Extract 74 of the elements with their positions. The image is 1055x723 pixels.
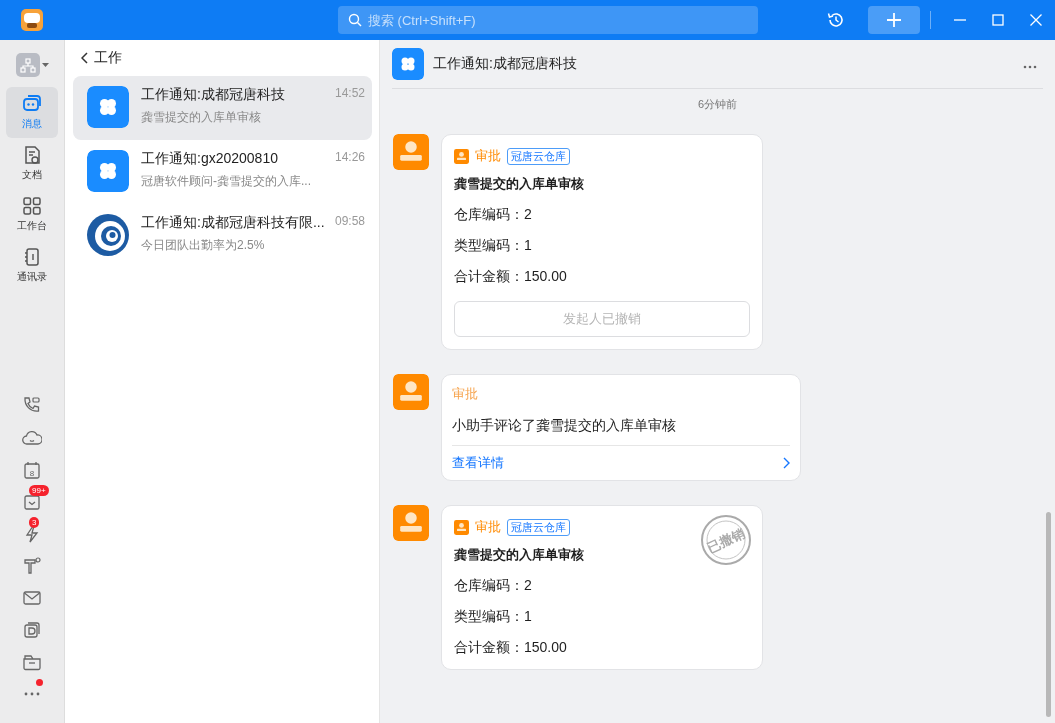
field-text: 合计金额：150.00 <box>454 639 568 657</box>
conversation-time: 14:26 <box>334 150 365 166</box>
rail-tab[interactable]: 通讯录 <box>6 240 58 291</box>
revoked-stamp: 已撤销 <box>701 515 751 565</box>
rail-tab[interactable]: 工作台 <box>6 189 58 240</box>
stamp-avatar-icon <box>393 134 429 170</box>
company-logo-icon <box>87 214 129 256</box>
notification-badge: 3 <box>29 517 40 528</box>
app-name: 审批 <box>475 147 501 165</box>
field-text: 合计金额：150.00 <box>454 268 568 286</box>
conversation-title: 工作通知:成都冠唐科技 <box>141 86 285 104</box>
more-icon <box>24 692 40 696</box>
organization-switcher[interactable] <box>15 53 49 77</box>
app-logo-icon <box>21 9 43 31</box>
plus-icon <box>886 12 902 28</box>
conversation-preview: 今日团队出勤率为2.5% <box>141 237 266 254</box>
stamp-avatar-icon <box>393 374 429 410</box>
drive-icon <box>22 620 42 640</box>
tag: 冠唐云仓库 <box>507 147 570 165</box>
scrollbar[interactable] <box>1046 512 1051 717</box>
comment-text: 小助手评论了龚雪提交的入库单审核 <box>452 417 790 446</box>
conversation-item[interactable]: 工作通知:gx20200810 14:26 冠唐软件顾问-龚雪提交的入库... <box>73 140 372 204</box>
field-text: 类型编码：1 <box>454 237 533 255</box>
organization-icon <box>19 57 36 73</box>
rail-tab[interactable]: 文档 <box>6 138 58 189</box>
search-icon <box>348 13 362 27</box>
checklist-icon <box>22 492 42 512</box>
field-text: 仓库编码：2 <box>454 577 533 595</box>
app-grid-icon <box>392 48 424 80</box>
tag: 冠唐云仓库 <box>507 518 570 536</box>
maximize-icon <box>991 14 1005 26</box>
grid-icon <box>22 196 42 216</box>
field-text: 类型编码：1 <box>454 608 533 626</box>
conversation-item[interactable]: 工作通知:成都冠唐科技有限... 09:58 今日团队出勤率为2.5% <box>73 204 372 268</box>
cloud-icon <box>22 428 42 448</box>
card-title: 龚雪提交的入库单审核 <box>454 546 584 564</box>
back-icon <box>81 52 88 64</box>
tool-button[interactable] <box>21 555 43 577</box>
conversation-time: 14:52 <box>334 86 365 102</box>
field-text: 仓库编码：2 <box>454 206 533 224</box>
caret-icon <box>41 63 49 67</box>
conversation-title: 工作通知:成都冠唐科技有限... <box>141 214 325 232</box>
calendar-day: 8 <box>29 468 35 478</box>
message-time: 6分钟前 <box>697 98 738 110</box>
chat-title: 工作通知:成都冠唐科技 <box>433 55 577 73</box>
document-icon <box>22 145 42 165</box>
more-icon <box>1023 64 1037 69</box>
stamp-icon <box>454 148 469 164</box>
tool-button[interactable]: 8 <box>21 459 43 481</box>
thermometer-icon <box>22 556 42 576</box>
conversation-preview: 冠唐软件顾问-龚雪提交的入库... <box>141 173 312 190</box>
back-button[interactable]: 工作 <box>81 40 122 76</box>
notification-badge: 99+ <box>29 485 49 496</box>
mail-icon <box>22 588 42 608</box>
card-title: 龚雪提交的入库单审核 <box>454 175 584 193</box>
history-icon <box>827 11 845 29</box>
stamp-icon <box>454 519 469 535</box>
stamp-avatar-icon <box>393 505 429 541</box>
details-link[interactable]: 查看详情 <box>452 446 790 480</box>
app-name: 审批 <box>452 385 478 403</box>
conversation-item[interactable]: 工作通知:成都冠唐科技 14:52 龚雪提交的入库单审核 <box>73 76 372 140</box>
app-grid-icon <box>87 86 129 128</box>
add-button[interactable] <box>868 6 920 34</box>
chat-bubbles-icon <box>22 94 42 114</box>
folder-icon <box>22 652 42 672</box>
conversation-title: 工作通知:gx20200810 <box>141 150 278 168</box>
conversation-preview: 龚雪提交的入库单审核 <box>141 109 262 126</box>
address-book-icon <box>22 247 42 267</box>
app-grid-icon <box>87 150 129 192</box>
tool-button[interactable] <box>21 619 43 641</box>
app-name: 审批 <box>475 518 501 536</box>
close-icon <box>1029 14 1043 26</box>
conversation-time: 09:58 <box>334 214 365 230</box>
chevron-right-icon <box>783 457 790 469</box>
